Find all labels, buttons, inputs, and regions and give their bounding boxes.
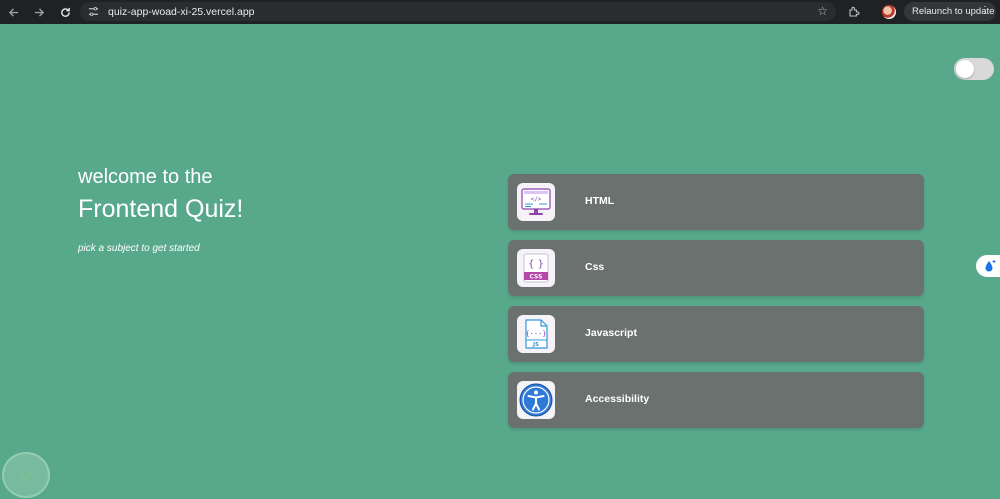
subject-javascript-button[interactable]: {···} JS Javascript [508, 306, 924, 362]
subject-accessibility-label: Accessibility [585, 393, 650, 405]
arrow-right-icon [34, 7, 44, 17]
html-icon: </> [517, 183, 555, 221]
browser-toolbar: quiz-app-woad-xi-25.vercel.app ☆ Relaunc… [0, 0, 1000, 24]
forward-button[interactable] [26, 0, 52, 24]
toggle-knob [956, 60, 974, 78]
bookmark-star-icon[interactable]: ☆ [817, 4, 828, 18]
site-info-icon[interactable] [86, 5, 100, 19]
reload-button[interactable] [52, 0, 78, 24]
subject-html-label: HTML [585, 195, 615, 207]
accessibility-icon [517, 381, 555, 419]
welcome-heading: welcome to the [78, 166, 213, 188]
css-icon: { } CSS [517, 249, 555, 287]
reload-icon [60, 7, 70, 17]
menu-dots-icon[interactable]: ⋮ [980, 5, 990, 16]
subject-html-button[interactable]: </> HTML [508, 174, 924, 230]
svg-text:{ }: { } [528, 259, 544, 270]
extensions-icon[interactable] [846, 4, 862, 20]
back-button[interactable] [0, 0, 26, 24]
subject-list: </> HTML { } CSS Css {···} JS Javascript… [508, 174, 924, 438]
subject-css-label: Css [585, 261, 605, 273]
theme-toggle[interactable] [954, 58, 994, 80]
svg-text:{···}: {···} [525, 330, 546, 338]
page-subtitle: pick a subject to get started [78, 243, 200, 254]
url-text: quiz-app-woad-xi-25.vercel.app [108, 5, 255, 18]
profile-avatar[interactable] [882, 5, 896, 19]
droplet-sparkle-icon [985, 260, 996, 272]
svg-text:</>: </> [531, 196, 542, 203]
page-title: Frontend Quiz! [78, 195, 244, 223]
svg-text:CSS: CSS [530, 274, 543, 281]
floating-extension-widget[interactable] [976, 255, 1000, 277]
subject-css-button[interactable]: { } CSS Css [508, 240, 924, 296]
leaf-logo-icon [17, 469, 35, 484]
watermark-logo [2, 452, 50, 498]
address-bar[interactable]: quiz-app-woad-xi-25.vercel.app ☆ [80, 2, 836, 21]
arrow-left-icon [8, 7, 18, 17]
subject-accessibility-button[interactable]: Accessibility [508, 372, 924, 428]
javascript-icon: {···} JS [517, 315, 555, 353]
subject-javascript-label: Javascript [585, 327, 637, 339]
svg-text:JS: JS [532, 342, 539, 348]
relaunch-button[interactable]: Relaunch to update ⋮ [904, 2, 996, 21]
